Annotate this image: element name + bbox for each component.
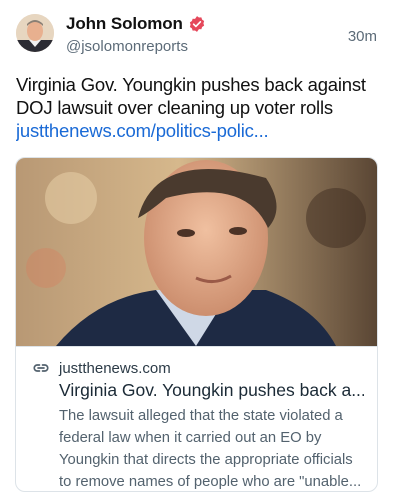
author-name-row: John Solomon <box>66 14 206 34</box>
card-domain: justthenews.com <box>59 359 171 377</box>
post-body: Virginia Gov. Youngkin pushes back again… <box>16 73 378 142</box>
verified-badge-icon <box>188 15 206 33</box>
card-divider <box>16 346 377 347</box>
card-description: The lawsuit alleged that the state viola… <box>59 408 362 490</box>
card-title: Virginia Gov. Youngkin pushes back a... <box>59 380 364 400</box>
card-domain-row: justthenews.com <box>32 359 171 377</box>
author-handle[interactable]: @jsolomonreports <box>66 38 188 55</box>
link-icon <box>32 359 50 377</box>
post-link[interactable]: justthenews.com/politics-polic... <box>16 119 378 142</box>
author-name[interactable]: John Solomon <box>66 14 183 34</box>
post-timestamp: 30m <box>347 28 377 45</box>
link-preview-card[interactable]: justthenews.com Virginia Gov. Youngkin p… <box>15 157 378 492</box>
link-preview-image <box>16 158 377 346</box>
post-text: Virginia Gov. Youngkin pushes back again… <box>16 74 366 118</box>
avatar[interactable] <box>16 14 54 52</box>
